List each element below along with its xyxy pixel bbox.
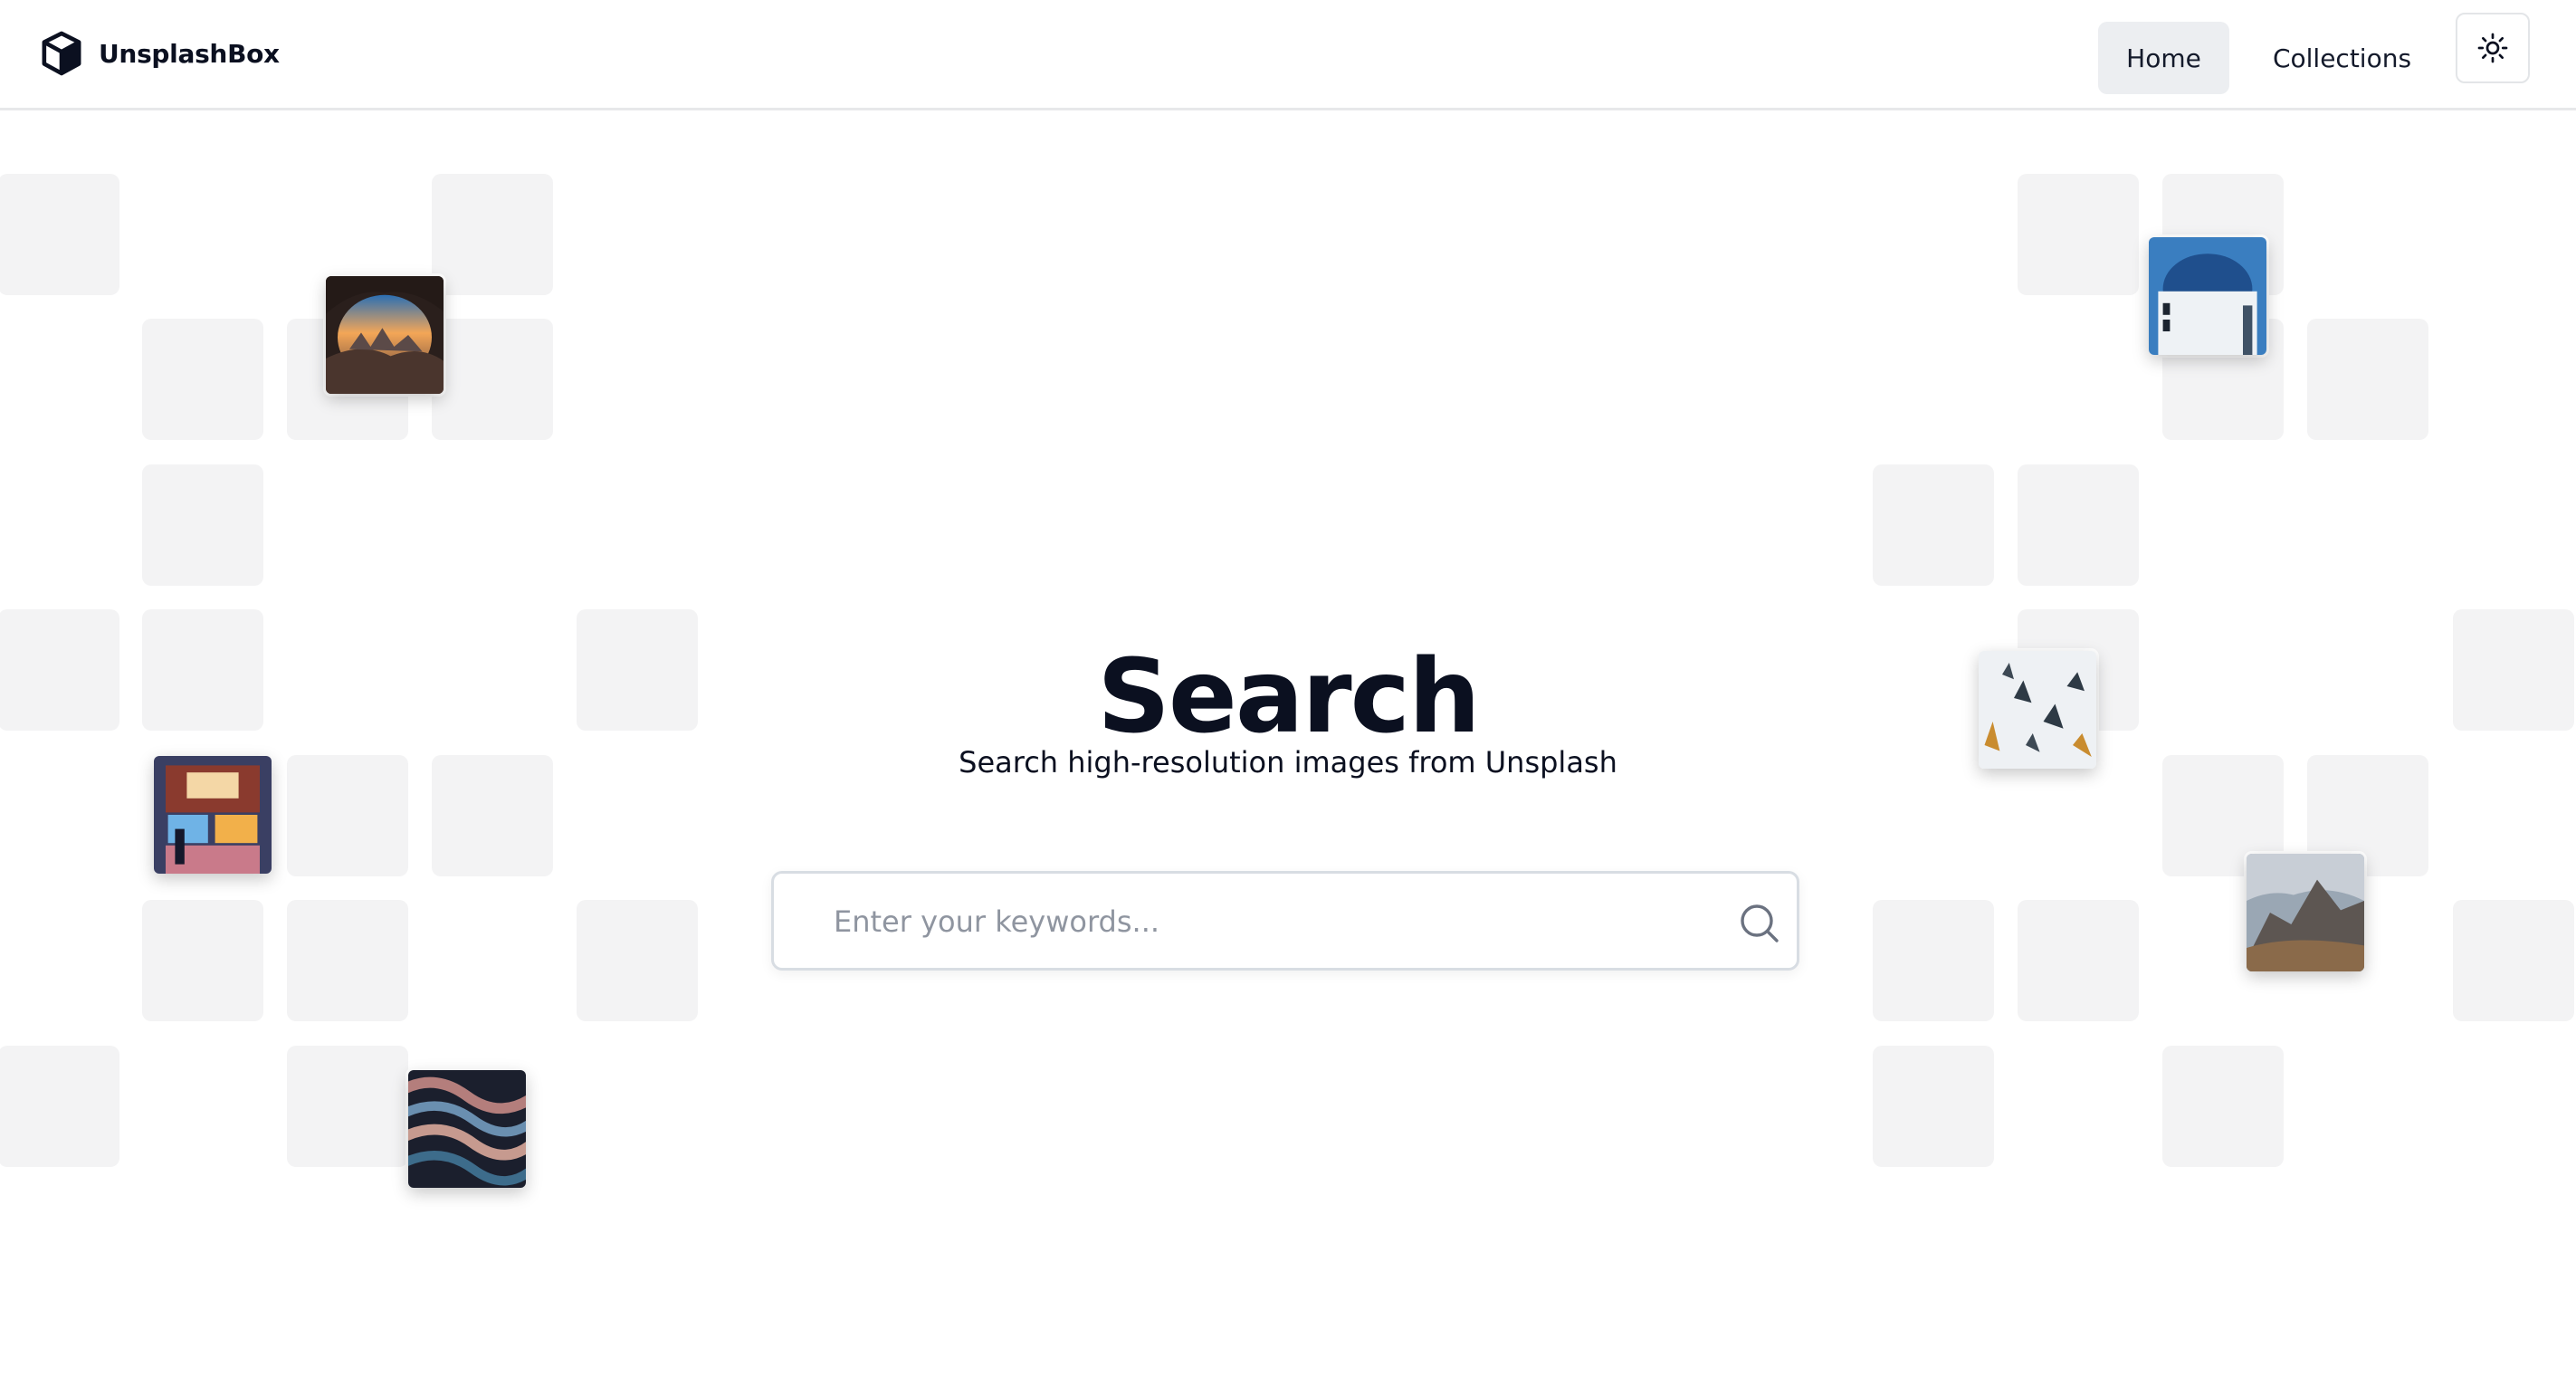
grid-tile xyxy=(2453,900,2574,1021)
grid-tile xyxy=(2018,900,2139,1021)
photo-blue-dome xyxy=(2149,237,2266,355)
grid-tile xyxy=(432,174,553,295)
grid-tile xyxy=(577,900,698,1021)
top-navbar: UnsplashBox Home Collections xyxy=(0,0,2576,110)
page: UnsplashBox Home Collections Search Sear… xyxy=(0,0,2576,1387)
photo-mountain xyxy=(2247,854,2364,971)
sun-icon xyxy=(2477,33,2508,63)
grid-tile xyxy=(2307,319,2428,440)
photo-cave-sunset xyxy=(326,276,444,394)
page-subtitle: Search high-resolution images from Unspl… xyxy=(959,745,1617,780)
page-title: Search xyxy=(1097,638,1481,756)
nav-home-label: Home xyxy=(2126,43,2201,73)
nav-home-button[interactable]: Home xyxy=(2098,22,2229,94)
grid-tile xyxy=(142,464,263,586)
grid-tile xyxy=(287,900,408,1021)
grid-tile xyxy=(142,319,263,440)
grid-tile xyxy=(2018,174,2139,295)
theme-toggle-button[interactable] xyxy=(2456,13,2530,83)
search-icon[interactable] xyxy=(1737,901,1780,944)
grid-tile xyxy=(287,1046,408,1167)
grid-tile xyxy=(0,174,119,295)
grid-tile xyxy=(0,1046,119,1167)
brand-name: UnsplashBox xyxy=(99,38,280,69)
nav-collections-label: Collections xyxy=(2272,43,2412,73)
grid-tile xyxy=(2162,1046,2284,1167)
brand[interactable]: UnsplashBox xyxy=(41,29,280,78)
grid-tile xyxy=(1873,464,1994,586)
search-input[interactable] xyxy=(832,895,1704,948)
cube-icon xyxy=(42,31,81,76)
grid-tile xyxy=(2018,464,2139,586)
nav-collections-button[interactable]: Collections xyxy=(2254,22,2430,94)
grid-tile xyxy=(432,319,553,440)
grid-tile xyxy=(1873,1046,1994,1167)
search-box xyxy=(771,871,1799,971)
grid-tile xyxy=(1873,900,1994,1021)
grid-tile xyxy=(142,900,263,1021)
photo-abstract-waves xyxy=(408,1070,526,1188)
